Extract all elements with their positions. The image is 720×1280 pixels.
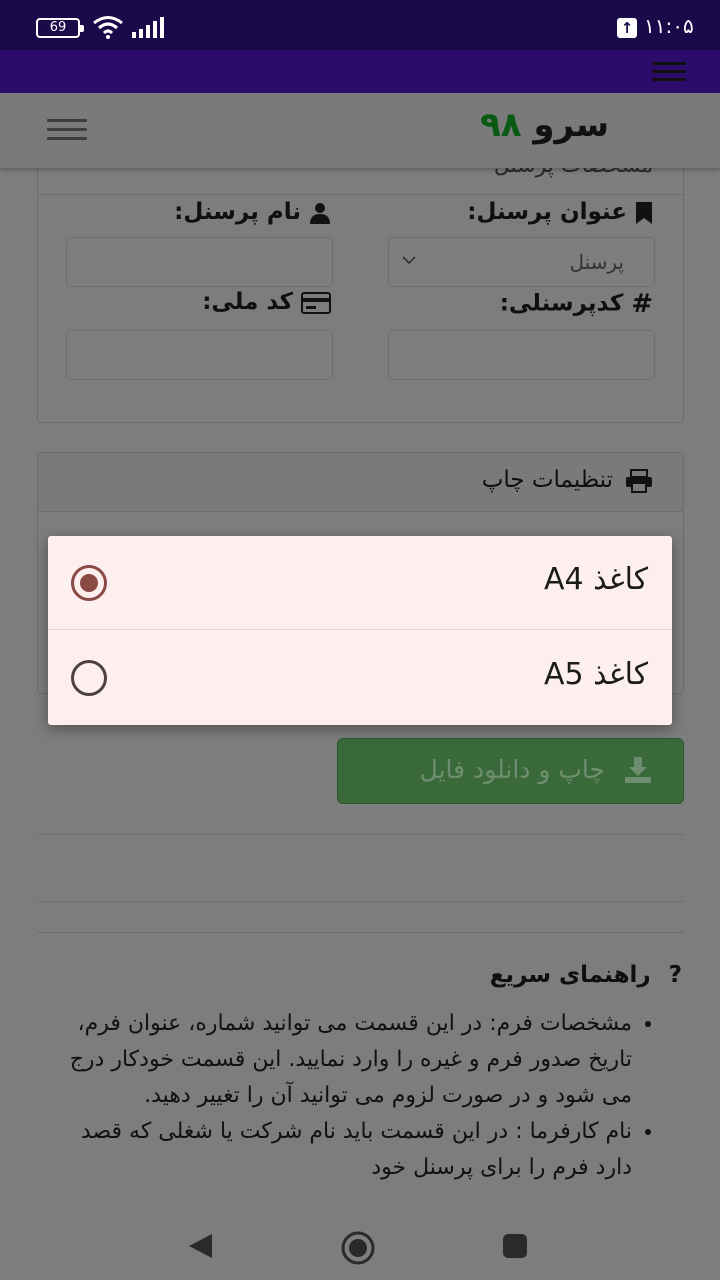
- personnel-code-label-text: کدپرسنلی:: [499, 290, 624, 317]
- site-logo[interactable]: سرو ۹۸: [480, 105, 609, 145]
- hash-icon: #: [631, 289, 653, 319]
- paper-option-label: کاغذ A4: [543, 562, 648, 597]
- print-settings-title: تنظیمات چاپ: [482, 467, 653, 493]
- personnel-title-label: عنوان پرسنل:: [467, 199, 653, 225]
- personnel-code-input[interactable]: [388, 330, 655, 380]
- national-id-label: کد ملی:: [202, 289, 331, 315]
- personnel-title-label-text: عنوان پرسنل:: [467, 199, 627, 225]
- paper-option-label: کاغذ A5: [543, 657, 648, 692]
- personnel-card: مشخصات پرسنل عنوان پرسنل: نام پرسنل: پرس…: [37, 168, 684, 423]
- national-id-input[interactable]: [66, 330, 333, 380]
- app-menu-icon[interactable]: [652, 62, 686, 82]
- print-settings-header: تنظیمات چاپ: [38, 453, 683, 512]
- help-item: نام کارفرما : در این قسمت باید نام شرکت …: [57, 1114, 632, 1186]
- print-settings-title-text: تنظیمات چاپ: [481, 467, 613, 493]
- personnel-code-label: # کدپرسنلی:: [500, 289, 653, 319]
- national-id-label-text: کد ملی:: [202, 289, 293, 315]
- clock: ۱۱:۰۵: [644, 14, 694, 38]
- paper-option-a4[interactable]: کاغذ A4: [48, 536, 672, 630]
- question-icon: ?: [668, 962, 682, 988]
- divider: [37, 901, 684, 902]
- user-icon: [310, 202, 330, 224]
- personnel-name-label-text: نام پرسنل:: [174, 199, 301, 225]
- personnel-name-input[interactable]: [66, 237, 333, 287]
- personnel-title-select[interactable]: پرسنل: [388, 237, 655, 287]
- id-card-icon: [301, 291, 331, 314]
- paper-size-dialog: کاغذ A4 کاغذ A5: [48, 536, 672, 725]
- radio-selected-icon[interactable]: [71, 565, 107, 601]
- download-icon: [625, 757, 651, 783]
- app-bar: [0, 50, 720, 93]
- help-list: مشخصات فرم: در این قسمت می توانید شماره،…: [57, 1006, 632, 1186]
- status-bar: 69 ↑ ۱۱:۰۵: [0, 0, 720, 50]
- back-icon[interactable]: [186, 1232, 214, 1260]
- signal-icon: [132, 17, 164, 38]
- site-header: سرو ۹۸: [0, 93, 720, 168]
- paper-option-a5[interactable]: کاغذ A5: [48, 631, 672, 725]
- print-download-button[interactable]: چاپ و دانلود فایل: [337, 738, 684, 804]
- personnel-name-label: نام پرسنل:: [174, 199, 331, 225]
- printer-icon: [626, 468, 652, 493]
- print-download-label: چاپ و دانلود فایل: [419, 755, 605, 784]
- recent-apps-icon[interactable]: [502, 1233, 528, 1259]
- home-icon[interactable]: [340, 1230, 376, 1266]
- logo-number: ۹۸: [480, 105, 522, 145]
- help-title-text: راهنمای سریع: [489, 962, 651, 988]
- personnel-card-header: مشخصات پرسنل: [38, 168, 683, 195]
- help-item: مشخصات فرم: در این قسمت می توانید شماره،…: [57, 1006, 632, 1114]
- logo-word: سرو: [533, 105, 610, 145]
- menu-icon[interactable]: [47, 119, 87, 141]
- battery-level: 69: [49, 20, 67, 35]
- divider: [37, 834, 684, 835]
- wifi-icon: [93, 16, 123, 39]
- personnel-title-select-value: پرسنل: [569, 250, 624, 274]
- radio-unselected-icon[interactable]: [71, 660, 107, 696]
- help-title: ? راهنمای سریع: [490, 962, 682, 988]
- upload-icon: ↑: [617, 18, 637, 38]
- divider: [37, 932, 684, 933]
- battery-icon: 69: [36, 18, 84, 38]
- bookmark-icon: [636, 201, 652, 224]
- system-nav-bar: [0, 1212, 720, 1280]
- chevron-down-icon: [402, 256, 416, 265]
- personnel-card-title: مشخصات پرسنل: [494, 168, 653, 178]
